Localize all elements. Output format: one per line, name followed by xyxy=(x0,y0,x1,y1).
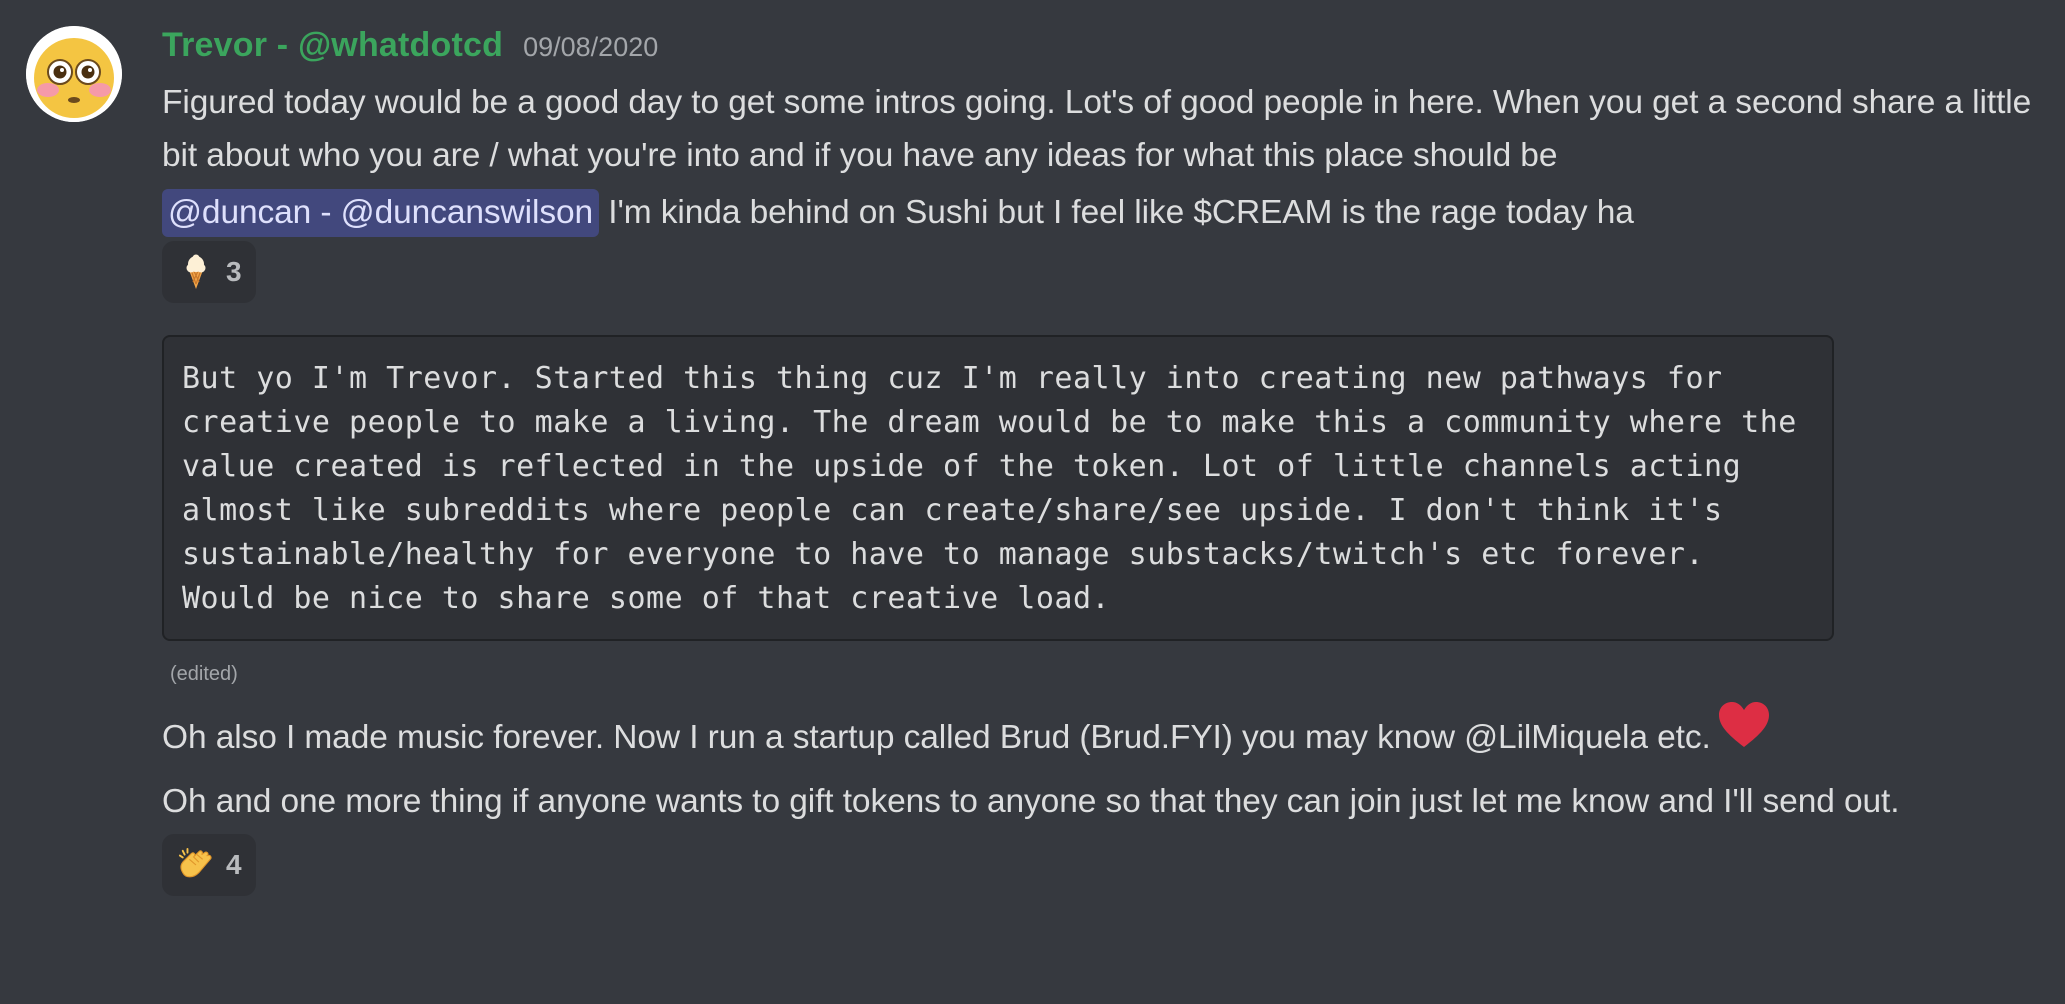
user-mention[interactable]: @duncan - @duncanswilson xyxy=(162,189,600,237)
mention-message-text: I'm kinda behind on Sushi but I feel lik… xyxy=(599,194,1634,231)
reaction-count: 3 xyxy=(226,256,242,287)
message-content: Trevor - @whatdotcd 09/08/2020 Figured t… xyxy=(162,26,2032,896)
gift-message: Oh and one more thing if anyone wants to… xyxy=(162,783,1900,820)
username[interactable]: Trevor - @whatdotcd xyxy=(162,26,503,65)
music-message-text: Oh also I made music forever. Now I run … xyxy=(162,718,1711,756)
reaction-clapping-hands[interactable]: 4 xyxy=(162,834,256,896)
timestamp[interactable]: 09/08/2020 xyxy=(523,32,658,63)
reaction-count: 4 xyxy=(226,849,242,880)
mention-message: @duncan - @duncanswilson I'm kinda behin… xyxy=(162,186,2032,239)
ice-cream-icon xyxy=(178,254,214,290)
clapping-hands-icon xyxy=(178,847,214,883)
edited-label: (edited) xyxy=(170,663,238,685)
chat-message-group: Trevor - @whatdotcd 09/08/2020 Figured t… xyxy=(0,0,2065,1004)
music-message: Oh also I made music forever. Now I run … xyxy=(162,702,2032,771)
intro-message: Figured today would be a good day to get… xyxy=(162,84,2032,174)
message-header: Trevor - @whatdotcd 09/08/2020 xyxy=(162,26,2032,76)
user-avatar[interactable] xyxy=(26,26,122,122)
code-block: But yo I'm Trevor. Started this thing cu… xyxy=(162,335,1834,641)
reaction-ice-cream[interactable]: 3 xyxy=(162,241,256,303)
red-heart-icon xyxy=(1717,701,1771,765)
flushed-face-icon xyxy=(26,26,122,122)
